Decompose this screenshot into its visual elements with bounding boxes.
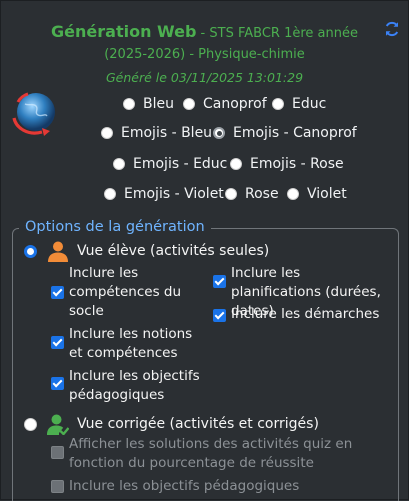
theme-radio[interactable] <box>104 188 116 200</box>
theme-option-rose[interactable]: Rose <box>225 186 279 202</box>
mode-student[interactable]: Vue élève (activités seules) <box>24 240 269 262</box>
theme-label: Emojis - Violet <box>124 186 224 202</box>
theme-option-violet[interactable]: Violet <box>287 186 347 202</box>
objectifs-label: Inclure les objectifs pédagogiques <box>69 368 200 403</box>
socle-checkbox[interactable] <box>51 286 64 299</box>
theme-radio[interactable] <box>272 98 284 110</box>
globe-icon <box>12 92 55 136</box>
theme-label: Educ <box>292 96 327 112</box>
notions-label: Inclure les notions et compétences <box>69 326 193 361</box>
options-legend: Options de la génération <box>19 219 211 235</box>
theme-radio[interactable] <box>225 188 237 200</box>
title-rest: - STS FABCR 1ère année <box>196 26 358 41</box>
corrected-mode-label: Vue corrigée (activités et corrigés) <box>77 416 319 432</box>
page-subtitle: (2025-2026) - Physique-chimie <box>104 47 305 62</box>
student-mode-label: Vue élève (activités seules) <box>77 243 270 259</box>
theme-radio[interactable] <box>123 98 135 110</box>
refresh-icon[interactable] <box>383 20 401 38</box>
solutions-label: Afficher les solutions des activités qui… <box>69 436 353 471</box>
mode-corrected[interactable]: Vue corrigée (activités et corrigés) <box>24 413 319 435</box>
generated-timestamp: Généré le 03/11/2025 13:01:29 <box>105 70 304 85</box>
theme-label: Canoprof <box>203 96 267 112</box>
theme-radio[interactable] <box>101 127 113 139</box>
theme-option-educ[interactable]: Educ <box>272 96 326 112</box>
corrected-user-check-icon <box>47 414 69 435</box>
theme-option-emojis-violet[interactable]: Emojis - Violet <box>104 186 224 202</box>
socle-label: Inclure les compétences du socle <box>69 265 182 319</box>
notions-checkbox[interactable] <box>51 336 64 349</box>
theme-label: Emojis - Bleu <box>121 125 213 141</box>
theme-label: Emojis - Educ <box>133 156 228 172</box>
corrected-objectifs-label: Inclure les objectifs pédagogiques <box>69 478 300 494</box>
demarches-label: Inclure les démarches <box>231 306 380 322</box>
theme-radio[interactable] <box>287 188 299 200</box>
theme-label: Emojis - Canoprof <box>233 125 357 141</box>
theme-option-emojis-rose[interactable]: Emojis - Rose <box>230 156 344 172</box>
theme-label: Emojis - Rose <box>250 156 344 172</box>
theme-label: Bleu <box>143 96 174 112</box>
objectifs-checkbox[interactable] <box>51 377 64 390</box>
theme-label: Rose <box>245 186 279 202</box>
theme-label: Violet <box>307 186 347 202</box>
page-title: Génération Web - STS FABCR 1ère année <box>0 22 409 41</box>
theme-option-emojis-bleu[interactable]: Emojis - Bleu <box>101 125 212 141</box>
theme-option-emojis-canoprof[interactable]: Emojis - Canoprof <box>213 125 357 141</box>
demarches-checkbox[interactable] <box>213 309 226 322</box>
theme-option-emojis-educ[interactable]: Emojis - Educ <box>113 156 227 172</box>
student-mode-radio[interactable] <box>24 244 37 258</box>
title-strong: Génération Web <box>51 22 197 41</box>
theme-radio[interactable] <box>183 98 195 110</box>
corrected-mode-radio[interactable] <box>24 417 37 431</box>
header: Génération Web - STS FABCR 1ère année (2… <box>0 0 409 215</box>
corrected-objectifs-checkbox[interactable] <box>51 480 64 493</box>
planifications-checkbox[interactable] <box>213 275 226 288</box>
theme-radio-selected[interactable] <box>213 127 225 139</box>
student-user-icon <box>48 241 68 262</box>
theme-radio[interactable] <box>230 158 242 170</box>
theme-option-canoprof[interactable]: Canoprof <box>183 96 267 112</box>
solutions-checkbox[interactable] <box>51 446 64 459</box>
theme-radio[interactable] <box>113 158 125 170</box>
theme-option-bleu[interactable]: Bleu <box>123 96 174 112</box>
